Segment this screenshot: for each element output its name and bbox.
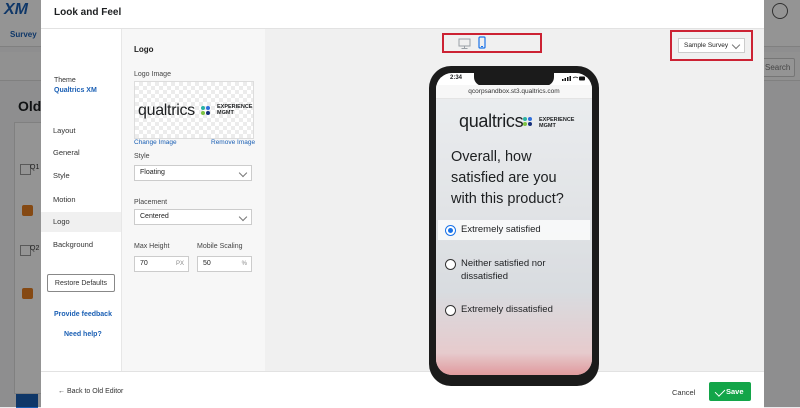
max-height-unit: PX: [175, 261, 184, 267]
choice-extremely-dissatisfied[interactable]: Extremely dissatisfied: [445, 302, 585, 322]
style-select-value: Floating: [140, 169, 165, 176]
max-height-label: Max Height: [134, 243, 170, 250]
logo-experience-mgmt: EXPERIENCE MGMT: [217, 104, 253, 116]
nav-item-motion[interactable]: Motion: [41, 190, 121, 210]
phone-screen: 2:34 qcorpsandbox.st3.qualtrics.com qual…: [436, 73, 592, 375]
desktop-icon[interactable]: [458, 38, 471, 49]
style-label: Style: [134, 153, 150, 160]
phone-frame: 2:34 qcorpsandbox.st3.qualtrics.com qual…: [429, 66, 599, 386]
device-icons: [458, 36, 486, 49]
choice-label: Extremely dissatisfied: [461, 304, 553, 315]
nav-item-background[interactable]: Background: [41, 235, 121, 255]
modal-header: Look and Feel: [41, 0, 764, 29]
chevron-down-icon: [731, 40, 741, 50]
sample-survey-value: Sample Survey: [684, 42, 729, 49]
choice-label: Extremely satisfied: [461, 224, 541, 235]
cancel-button[interactable]: Cancel: [672, 388, 695, 397]
back-to-old-editor-link[interactable]: ← Back to Old Editor: [58, 388, 123, 395]
question-text: Overall, how satisfied are you with this…: [451, 149, 564, 207]
theme-label: Theme: [54, 77, 76, 84]
restore-defaults-button[interactable]: Restore Defaults: [47, 274, 115, 292]
placement-select-value: Centered: [140, 213, 169, 220]
mobile-icon[interactable]: [478, 36, 486, 49]
survey-logo-experience-mgmt: EXPERIENCE MGMT: [539, 117, 575, 129]
look-and-feel-modal: Look and Feel Theme Qualtrics XM Layout …: [41, 0, 764, 408]
placement-label: Placement: [134, 199, 168, 206]
provide-feedback-link[interactable]: Provide feedback: [54, 311, 112, 318]
logo-image-label: Logo Image: [134, 71, 171, 78]
checkmark-icon: [714, 386, 726, 397]
need-help-link[interactable]: Need help?: [64, 331, 102, 338]
nav-item-general[interactable]: General: [41, 143, 121, 163]
phone-time: 2:34: [450, 75, 463, 81]
look-and-feel-nav: Theme Qualtrics XM Layout General Style …: [41, 29, 122, 371]
chevron-down-icon: [238, 168, 248, 178]
logo-settings-panel: Logo Logo Image qualtrics EXPERIENCE MGMT…: [122, 29, 265, 371]
mobile-scaling-unit: %: [241, 261, 247, 267]
choice-extremely-satisfied[interactable]: Extremely satisfied: [445, 222, 585, 242]
logo-dots-icon: [201, 106, 215, 115]
modal-title: Look and Feel: [54, 7, 122, 18]
style-select[interactable]: Floating: [134, 165, 252, 181]
mobile-scaling-value: 50: [203, 260, 211, 267]
sample-survey-select[interactable]: Sample Survey: [678, 38, 745, 53]
survey-logo-dots-icon: [523, 117, 537, 126]
max-height-input[interactable]: 70 PX: [134, 256, 189, 272]
nav-item-layout[interactable]: Layout: [41, 121, 121, 141]
mobile-scaling-input[interactable]: 50 %: [197, 256, 252, 272]
save-button[interactable]: Save: [709, 382, 751, 401]
radio-selected-icon[interactable]: [445, 225, 456, 236]
placement-select[interactable]: Centered: [134, 209, 252, 225]
save-label: Save: [726, 387, 744, 396]
choice-label: Neither satisfied nor dissatisfied: [461, 258, 546, 282]
logo-image-preview[interactable]: qualtrics EXPERIENCE MGMT: [134, 81, 254, 139]
radio-icon[interactable]: [445, 259, 456, 270]
theme-value[interactable]: Qualtrics XM: [54, 87, 97, 94]
logo-wordmark: qualtrics: [138, 102, 195, 119]
status-icons: [562, 76, 585, 81]
radio-icon[interactable]: [445, 305, 456, 316]
survey-logo-wordmark: qualtrics: [459, 111, 524, 131]
nav-item-logo[interactable]: Logo: [41, 212, 121, 232]
nav-item-style[interactable]: Style: [41, 166, 121, 186]
change-image-link[interactable]: Change Image: [134, 139, 177, 146]
remove-image-link[interactable]: Remove Image: [211, 139, 255, 146]
modal-footer: ← Back to Old Editor Cancel Save: [41, 371, 764, 408]
max-height-value: 70: [140, 260, 148, 267]
device-toggle: [442, 33, 542, 53]
url-bar: qcorpsandbox.st3.qualtrics.com: [436, 85, 592, 99]
sample-survey-highlight: Sample Survey: [670, 30, 753, 61]
mobile-scaling-label: Mobile Scaling: [197, 243, 243, 250]
choice-neither[interactable]: Neither satisfied nor dissatisfied: [445, 256, 585, 282]
section-title: Logo: [134, 45, 154, 54]
chevron-down-icon: [238, 212, 248, 222]
